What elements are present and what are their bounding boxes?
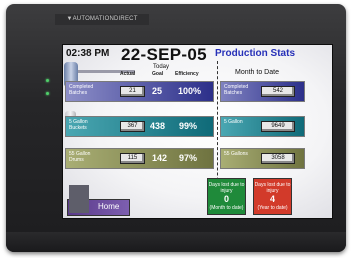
page-title: Production Stats bbox=[215, 48, 296, 59]
actual-value-box: 367 bbox=[120, 121, 145, 132]
mtd-value-box: 3058 bbox=[261, 153, 295, 164]
month-to-date-heading: Month to Date bbox=[235, 69, 279, 76]
mtd-label: Completed Batches bbox=[224, 84, 249, 96]
efficiency-value: 100% bbox=[178, 86, 202, 96]
current-date: 22-SEP-05 bbox=[121, 45, 207, 64]
row-label: Completed Batches bbox=[69, 84, 94, 96]
row-completed-batches: Completed Batches 21 25 100% bbox=[65, 81, 214, 102]
mtd-5-gallon: 5 Gallon 9649 bbox=[220, 116, 305, 137]
goal-value: 25 bbox=[152, 86, 163, 96]
days-lost-period: (Month to date) bbox=[209, 205, 244, 211]
mtd-label: 55 Gallons bbox=[224, 151, 248, 157]
col-goal-header: Goal bbox=[152, 71, 164, 77]
goal-value: 142 bbox=[152, 153, 168, 163]
mtd-completed-batches: Completed Batches 542 bbox=[220, 81, 305, 102]
clock-time: 02:38 PM bbox=[66, 48, 110, 59]
status-led bbox=[46, 92, 49, 95]
actual-value-box: 115 bbox=[120, 153, 145, 164]
days-lost-year-panel: Days lost due to injury 4 (Year to date) bbox=[253, 178, 292, 215]
mtd-55-gallons: 55 Gallons 3058 bbox=[220, 148, 305, 169]
col-efficiency-header: Efficiency bbox=[175, 71, 199, 77]
days-lost-month-panel: Days lost due to injury 0 (Month to date… bbox=[207, 178, 246, 215]
efficiency-value: 99% bbox=[179, 121, 198, 131]
goal-value: 438 bbox=[150, 121, 166, 131]
days-lost-value: 4 bbox=[269, 194, 275, 204]
home-label: Home bbox=[98, 202, 120, 211]
mtd-label: 5 Gallon bbox=[224, 119, 243, 125]
brand-label: ▼AUTOMATIONDIRECT bbox=[55, 14, 149, 25]
row-label: 55 Gallon Drums bbox=[69, 151, 91, 163]
col-actual-header: Actual bbox=[120, 71, 136, 77]
panel-bezel-bottom bbox=[6, 232, 346, 252]
row-5-gallon-buckets: 5 Gallon Buckets 367 438 99% bbox=[65, 116, 214, 137]
brand-text: AUTOMATIONDIRECT bbox=[72, 16, 138, 22]
mtd-value-box: 9649 bbox=[261, 121, 295, 132]
days-lost-title: Days lost due to injury bbox=[208, 182, 245, 194]
today-heading: Today bbox=[153, 64, 170, 70]
days-lost-value: 0 bbox=[223, 194, 229, 204]
days-lost-period: (Year to date) bbox=[257, 205, 288, 211]
status-led bbox=[46, 79, 49, 82]
row-55-gallon-drums: 55 Gallon Drums 115 142 97% bbox=[65, 148, 214, 169]
row-label: 5 Gallon Buckets bbox=[69, 119, 88, 131]
efficiency-value: 97% bbox=[179, 153, 198, 163]
mtd-value-box: 542 bbox=[261, 86, 295, 97]
days-lost-title: Days lost due to injury bbox=[254, 182, 291, 194]
actual-value-box: 21 bbox=[120, 86, 145, 97]
hmi-screen: 02:38 PM 22-SEP-05 Production Stats Toda… bbox=[62, 44, 333, 219]
building-icon bbox=[69, 185, 89, 213]
